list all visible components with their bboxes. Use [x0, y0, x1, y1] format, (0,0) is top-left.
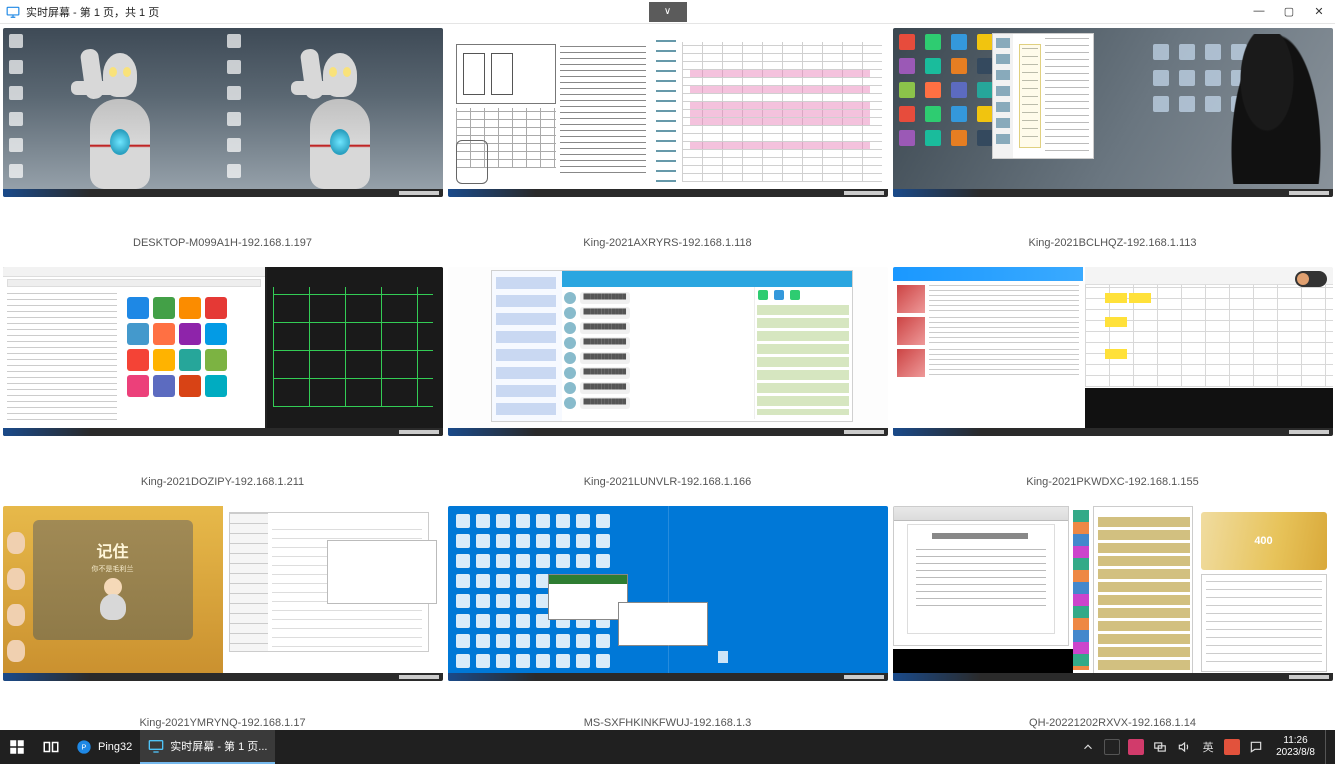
- volume-icon[interactable]: [1174, 737, 1194, 757]
- taskbar-app-label: Ping32: [98, 741, 132, 753]
- maximize-button[interactable]: ▢: [1283, 5, 1295, 18]
- mini-taskbar: [448, 428, 888, 436]
- screen-label: King-2021YMRYNQ-192.168.1.17: [139, 717, 305, 729]
- screen-label: DESKTOP-M099A1H-192.168.1.197: [133, 237, 312, 249]
- screen-label: QH-20221202RXVX-192.168.1.14: [1029, 717, 1196, 729]
- screen-label: King-2021BCLHQZ-192.168.1.113: [1029, 237, 1197, 249]
- ime-indicator[interactable]: 英: [1198, 737, 1218, 757]
- screen-thumbnail[interactable]: 400: [893, 506, 1333, 681]
- taskbar-app-label: 实时屏幕 - 第 1 页...: [170, 738, 267, 754]
- show-desktop-button[interactable]: [1325, 730, 1331, 764]
- taskbar-clock[interactable]: 11:26 2023/8/8: [1270, 730, 1321, 764]
- tray-overflow-icon[interactable]: [1078, 737, 1098, 757]
- screen-thumbnail[interactable]: [448, 28, 888, 197]
- mini-taskbar: [893, 673, 1333, 681]
- screen-thumbnail[interactable]: [893, 28, 1333, 197]
- task-view-button[interactable]: [34, 730, 68, 764]
- close-button[interactable]: ✕: [1313, 5, 1325, 18]
- screen-label: King-2021LUNVLR-192.168.1.166: [584, 476, 752, 488]
- clock-time: 11:26: [1283, 735, 1307, 747]
- screen-thumbnail[interactable]: [893, 267, 1333, 436]
- network-icon[interactable]: [1150, 737, 1170, 757]
- titlebar-dropdown[interactable]: ∨: [649, 2, 687, 22]
- mini-taskbar: [3, 189, 443, 197]
- system-tray: 英 11:26 2023/8/8: [1078, 730, 1335, 764]
- notifications-icon[interactable]: [1246, 737, 1266, 757]
- mini-taskbar: [448, 189, 888, 197]
- mini-taskbar: [448, 673, 888, 681]
- tray-app-icon[interactable]: [1126, 737, 1146, 757]
- app-monitor-icon: [6, 5, 20, 19]
- screen-thumbnail[interactable]: ████████████████████████████████████████…: [448, 267, 888, 436]
- clock-date: 2023/8/8: [1276, 747, 1315, 759]
- tray-app-icon[interactable]: [1102, 737, 1122, 757]
- screens-grid: DESKTOP-M099A1H-192.168.1.197 King-2021AX…: [0, 24, 1335, 729]
- screen-label: MS-SXFHKINKFWUJ-192.168.1.3: [584, 717, 752, 729]
- taskbar-app-realtime-screen[interactable]: 实时屏幕 - 第 1 页...: [140, 730, 275, 764]
- screen-thumbnail[interactable]: [3, 28, 443, 197]
- ping32-icon: P: [76, 739, 92, 755]
- svg-text:P: P: [82, 743, 87, 752]
- screen-label: King-2021AXRYRS-192.168.1.118: [583, 237, 751, 249]
- minimize-button[interactable]: —: [1253, 5, 1265, 18]
- screen-thumbnail[interactable]: 记住你不是毛利兰: [3, 506, 443, 681]
- mini-taskbar: [893, 189, 1333, 197]
- tray-ime-app-icon[interactable]: [1222, 737, 1242, 757]
- start-button[interactable]: [0, 730, 34, 764]
- taskbar: P Ping32 实时屏幕 - 第 1 页... 英 11:26: [0, 730, 1335, 764]
- screen-thumbnail[interactable]: [3, 267, 443, 436]
- monitor-icon: [148, 738, 164, 754]
- titlebar: 实时屏幕 - 第 1 页，共 1 页 ∨ — ▢ ✕: [0, 0, 1335, 24]
- taskbar-app-ping32[interactable]: P Ping32: [68, 730, 140, 764]
- screen-thumbnail[interactable]: [448, 506, 888, 681]
- chevron-down-icon: ∨: [664, 6, 671, 17]
- screen-label: King-2021DOZIPY-192.168.1.211: [141, 476, 304, 488]
- mini-taskbar: [3, 428, 443, 436]
- mini-taskbar: [893, 428, 1333, 436]
- window-title: 实时屏幕 - 第 1 页，共 1 页: [26, 4, 159, 20]
- screen-label: King-2021PKWDXC-192.168.1.155: [1026, 476, 1198, 488]
- mini-taskbar: [3, 673, 443, 681]
